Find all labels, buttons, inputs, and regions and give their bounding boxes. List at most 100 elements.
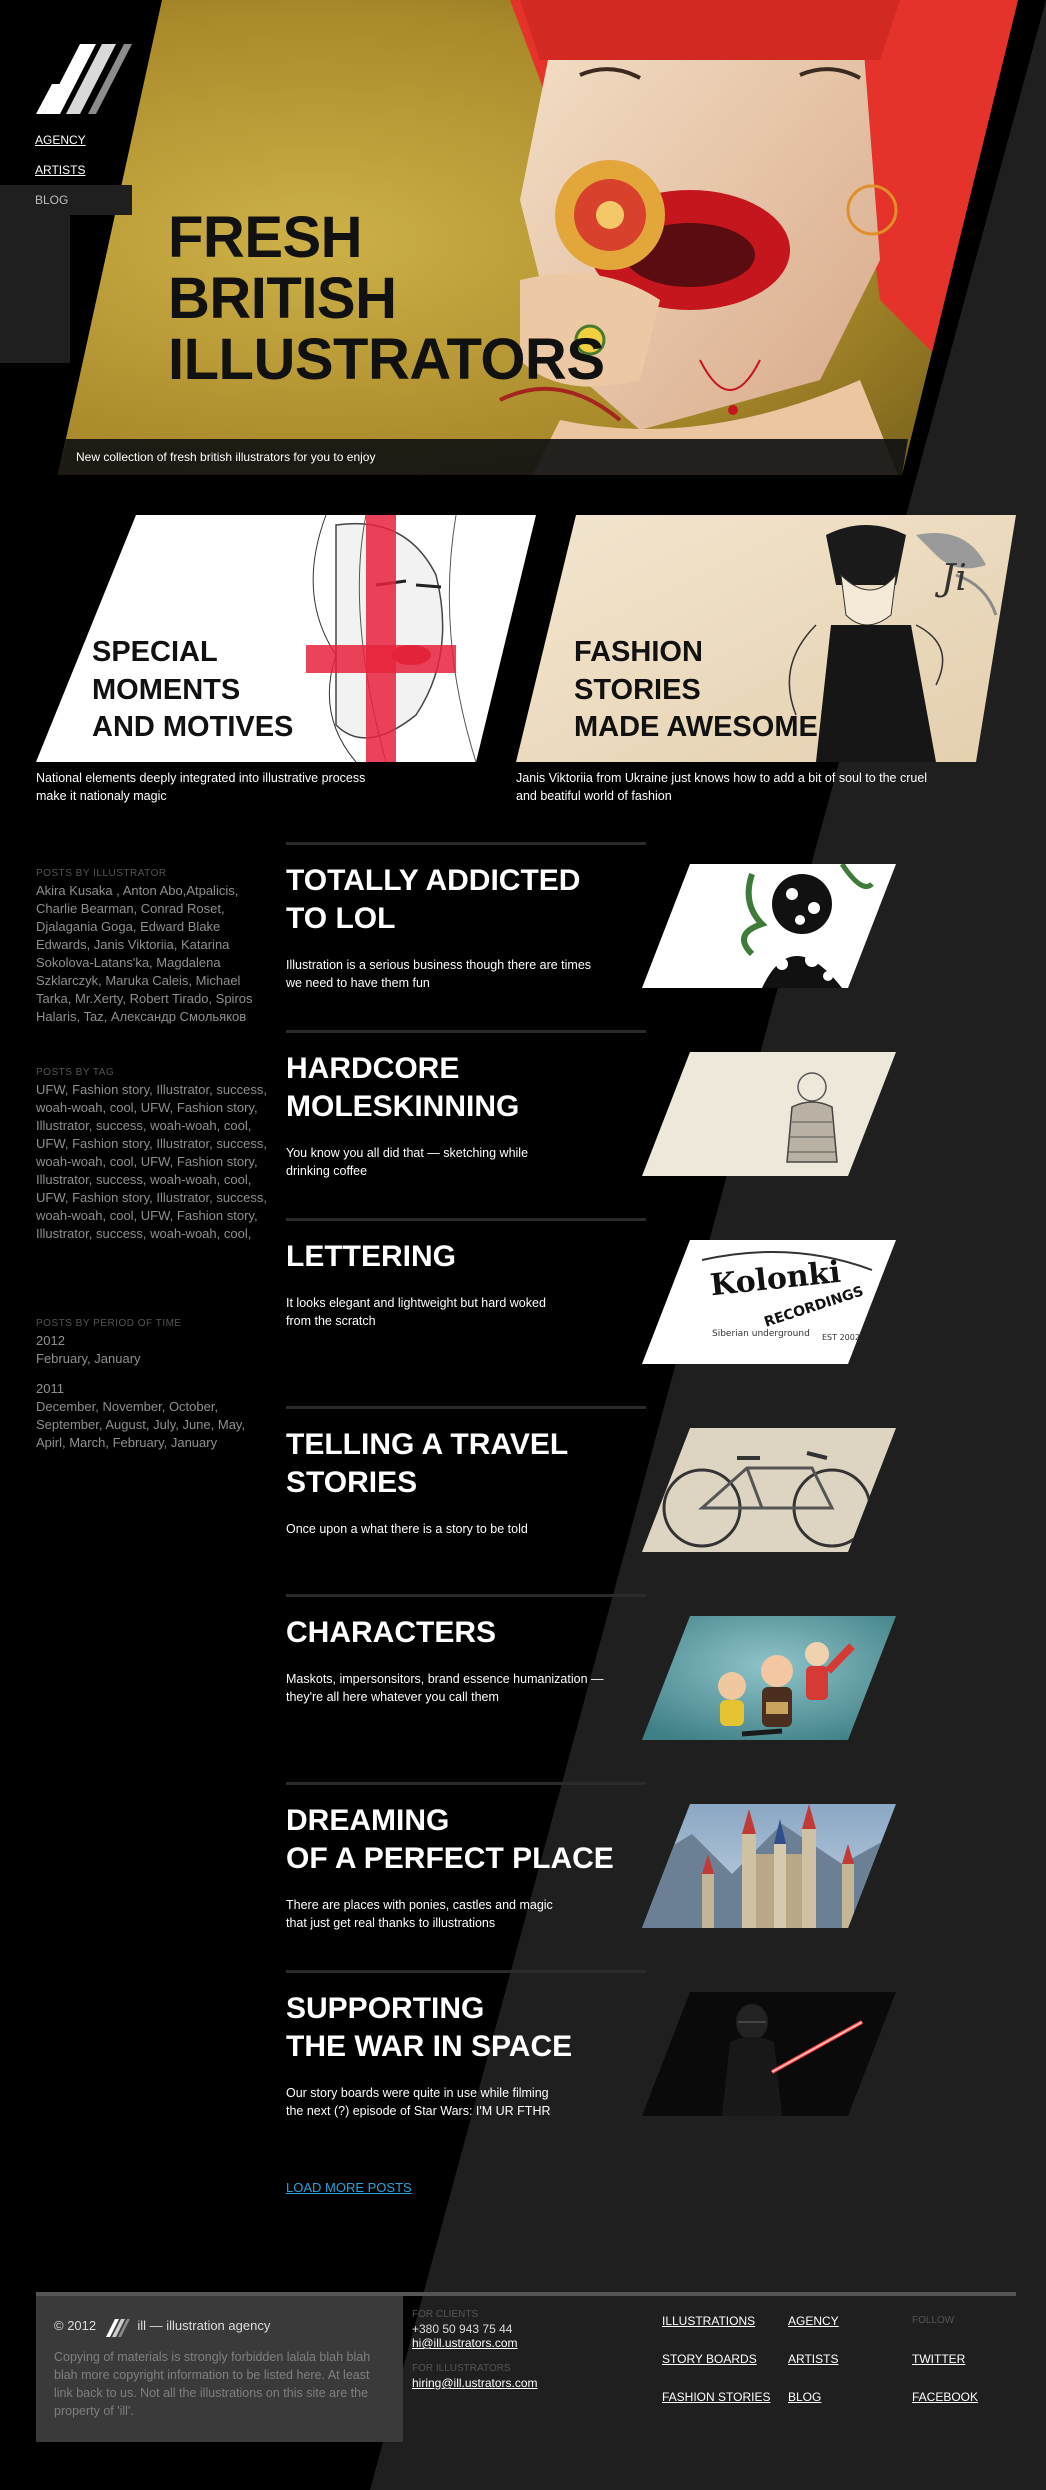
post-title-line: SUPPORTING — [286, 1992, 485, 2025]
desc-line: they're all here whatever you call them — [286, 1690, 499, 1704]
for-illustrators-heading: FOR ILLUSTRATORS — [412, 2363, 511, 2374]
lettering-tagline-text: Siberian underground — [712, 1329, 810, 1339]
post-title-line: HARDCORE — [286, 1052, 460, 1085]
post-thumbnail[interactable] — [642, 1804, 896, 1928]
post-thumbnail[interactable] — [642, 1616, 896, 1740]
hero-title-line: FRESH — [168, 205, 363, 270]
desc-line: National elements deeply integrated into… — [36, 771, 366, 785]
posts-by-illustrator-heading: POSTS BY ILLUSTRATOR — [36, 868, 167, 879]
period-year[interactable]: 2012 — [36, 1332, 268, 1350]
post-title-line: OF A PERFECT PLACE — [286, 1842, 614, 1875]
period-months[interactable]: February, January — [36, 1350, 268, 1368]
post-thumbnail[interactable] — [642, 1052, 896, 1176]
facebook-link[interactable]: FACEBOOK — [912, 2388, 978, 2426]
posts-by-period-heading: POSTS BY PERIOD OF TIME — [36, 1318, 182, 1329]
desc-line: we need to have them fun — [286, 976, 430, 990]
post-title-line: LETTERING — [286, 1240, 456, 1273]
desc-line: You know you all did that — sketching wh… — [286, 1146, 529, 1160]
footer-copyright-block: © 2012 ill — illustration agency Copying… — [36, 2296, 403, 2442]
post-characters: CHARACTERS Maskots, impersonsitors, bran… — [286, 1594, 896, 1782]
hero-title[interactable]: FRESH BRITISH ILLUSTRATORS — [168, 205, 605, 391]
illustrators-email-link[interactable]: hiring@ill.ustrators.com — [412, 2376, 538, 2390]
posts-by-tag-heading: POSTS BY TAG — [36, 1067, 115, 1078]
feature-fashion-stories-title[interactable]: FASHION STORIES MADE AWESOME — [574, 634, 818, 747]
nav-blog-link[interactable]: BLOG — [0, 185, 132, 215]
load-more-posts-link[interactable]: LOAD MORE POSTS — [286, 2180, 412, 2195]
posts-by-illustrator: POSTS BY ILLUSTRATOR Akira Kusaka , Anto… — [36, 868, 268, 1026]
desc-line: Janis Viktoriia from Ukraine just knows … — [516, 771, 928, 785]
follow-heading: FOLLOW — [912, 2315, 955, 2326]
post-title[interactable]: SUPPORTING THE WAR IN SPACE — [286, 1990, 666, 2066]
post-description: Maskots, impersonsitors, brand essence h… — [286, 1670, 646, 1706]
copyright-notice: Copying of materials is strongly forbidd… — [54, 2350, 371, 2418]
post-thumbnail[interactable] — [642, 1428, 896, 1552]
period-year[interactable]: 2011 — [36, 1380, 268, 1398]
post-divider — [286, 1970, 646, 1973]
post-title-line: THE WAR IN SPACE — [286, 2030, 573, 2063]
illustrator-list[interactable]: Akira Kusaka , Anton Abo,Atpalicis, Char… — [36, 882, 268, 1026]
hero-title-line: BRITISH — [168, 265, 397, 331]
feature-special-moments-title[interactable]: SPECIAL MOMENTS AND MOTIVES — [92, 634, 293, 747]
post-divider — [286, 842, 646, 845]
tag-list[interactable]: UFW, Fashion story, Illustrator, success… — [36, 1081, 268, 1243]
footer-blog-link[interactable]: BLOG — [788, 2388, 839, 2426]
desc-line: that just get real thanks to illustratio… — [286, 1916, 496, 1930]
footer-artists-link[interactable]: ARTISTS — [788, 2350, 839, 2388]
post-title[interactable]: LETTERING — [286, 1238, 666, 1276]
desc-line: and beatiful world of fashion — [516, 788, 672, 803]
post-title[interactable]: TELLING A TRAVEL STORIES — [286, 1426, 666, 1502]
post-description: You know you all did that — sketching wh… — [286, 1144, 646, 1180]
desc-line: Illustration is a serious business thoug… — [286, 958, 592, 972]
copyright-year: © 2012 — [54, 2318, 97, 2333]
feature-title-line: MOMENTS — [92, 673, 241, 706]
post-thumbnail[interactable] — [642, 864, 896, 988]
clients-phone: +380 50 943 75 44 — [412, 2322, 513, 2336]
post-title-line: TO LOL — [286, 902, 396, 935]
footer-illustrations-link[interactable]: ILLUSTRATIONS — [662, 2312, 770, 2350]
nav-artists-link[interactable]: ARTISTS — [0, 155, 132, 185]
post-perfect-place: DREAMING OF A PERFECT PLACE There are pl… — [286, 1782, 896, 1970]
post-title[interactable]: HARDCORE MOLESKINNING — [286, 1050, 666, 1126]
post-description: There are places with ponies, castles an… — [286, 1896, 646, 1932]
lettering-est-text: EST 2002 — [822, 1333, 860, 1342]
desc-line: It looks elegant and lightweight but har… — [286, 1296, 546, 1310]
post-thumbnail[interactable] — [642, 1992, 896, 2116]
main-nav: AGENCY ARTISTS BLOG — [0, 125, 132, 215]
footer-copyright-line: © 2012 ill — illustration agency — [54, 2314, 385, 2338]
period-months[interactable]: December, November, October, September, … — [36, 1398, 268, 1452]
post-divider — [286, 1030, 646, 1033]
posts-by-period: POSTS BY PERIOD OF TIME 2012 February, J… — [36, 1318, 268, 1452]
post-divider — [286, 1594, 646, 1597]
post-title-line: TOTALLY ADDICTED — [286, 864, 581, 897]
desc-line: Once upon a what there is a story to be … — [286, 1522, 528, 1536]
desc-line: Our story boards were quite in use while… — [286, 2086, 549, 2100]
agency-name: ill — illustration agency — [137, 2318, 271, 2333]
feature-title-line: MADE AWESOME — [574, 711, 818, 744]
post-title-line: TELLING A TRAVEL — [286, 1428, 569, 1461]
post-title[interactable]: DREAMING OF A PERFECT PLACE — [286, 1802, 666, 1878]
post-lettering: LETTERING It looks elegant and lightweig… — [286, 1218, 896, 1406]
feature-title-line: SPECIAL — [92, 636, 218, 668]
post-travel-stories: TELLING A TRAVEL STORIES Once upon a wha… — [286, 1406, 896, 1594]
clients-email-link[interactable]: hi@ill.ustrators.com — [412, 2336, 538, 2350]
post-title[interactable]: CHARACTERS — [286, 1614, 666, 1652]
posts-by-tag: POSTS BY TAG UFW, Fashion story, Illustr… — [36, 1067, 268, 1243]
post-title[interactable]: TOTALLY ADDICTED TO LOL — [286, 862, 666, 938]
nav-agency-link[interactable]: AGENCY — [0, 125, 132, 155]
desc-line: There are places with ponies, castles an… — [286, 1898, 553, 1912]
post-thumbnail[interactable]: Kolonki RECORDINGS Siberian underground … — [642, 1240, 896, 1364]
footer-fashion-stories-link[interactable]: FASHION STORIES — [662, 2388, 770, 2426]
desc-line: drinking coffee — [286, 1164, 368, 1178]
hero-caption: New collection of fresh british illustra… — [76, 450, 376, 464]
feature-title-line: STORIES — [574, 673, 701, 706]
feature-title-line: AND MOTIVES — [92, 711, 294, 744]
ill-logo[interactable] — [36, 34, 132, 114]
footer-story-boards-link[interactable]: STORY BOARDS — [662, 2350, 770, 2388]
post-title-line: CHARACTERS — [286, 1616, 496, 1649]
post-divider — [286, 1782, 646, 1785]
footer-nav-col-2: AGENCY ARTISTS BLOG — [788, 2312, 839, 2426]
twitter-link[interactable]: TWITTER — [912, 2350, 978, 2388]
footer-nav-col-1: ILLUSTRATIONS STORY BOARDS FASHION STORI… — [662, 2312, 770, 2426]
feature-special-moments-desc: National elements deeply integrated into… — [36, 770, 365, 805]
footer-agency-link[interactable]: AGENCY — [788, 2312, 839, 2350]
